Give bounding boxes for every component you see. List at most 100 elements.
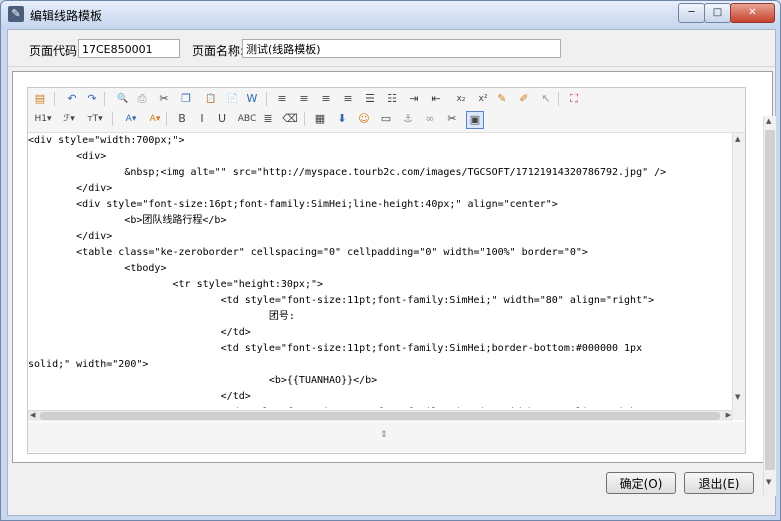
page-code-field[interactable]: 17CE850001 [78,39,180,58]
toolbar-separator [558,92,559,106]
undo-icon[interactable]: ↶ [64,91,80,107]
window-title: 编辑线路模板 [30,9,103,23]
copy-icon[interactable]: ❐ [178,91,194,107]
editor-resize-bar[interactable]: ⇕ [28,422,745,452]
outdent-icon[interactable]: ⇤ [428,91,444,107]
code-line: <b>{{TUANHAO}}</b> [28,375,378,386]
code-line: <td style="font-size:11pt;font-family:Si… [28,343,643,354]
code-line: <table class="ke-zeroborder" cellspacing… [28,247,588,258]
toolbar-separator [166,112,167,126]
minimize-button[interactable]: ─ [678,3,705,23]
outer-scroll-up-icon[interactable]: ▲ [766,117,771,125]
preview-icon[interactable]: 🔍 [112,91,134,107]
editor-frame: ▤ ↶ ↷ 🔍 ⎙ ✂ ❐ 📋 📄 W ≡ ≡ ≡ ≡ ☰ ☷ ⇥ ⇤ x₂ x² ✎ ✐ ↖ ⛶ H1▾ ℱ▾ тT▾ A▾ A▾ B… [12,71,776,496]
highlight-color-icon[interactable]: A▾ [144,111,166,127]
code-line: solid;" width="200"> [28,359,149,370]
font-family-icon[interactable]: ℱ▾ [58,111,80,127]
outer-scroll-down-icon[interactable]: ▼ [766,478,771,486]
cut-icon[interactable]: ✂ [156,91,172,107]
divider [8,66,775,67]
paste-word-icon[interactable]: W [244,91,260,107]
paste-plain-icon[interactable]: 📄 [222,91,244,107]
indent-icon[interactable]: ⇥ [406,91,422,107]
scroll-right-icon[interactable]: ▶ [726,411,731,419]
page-break-icon[interactable]: ▭ [378,111,394,127]
source-code-area[interactable]: <div style="width:700px;"> <div> &nbsp;<… [28,133,733,408]
page-name-field[interactable]: 测试(线路模板) [242,39,561,58]
ordered-list-icon[interactable]: ☰ [362,91,378,107]
code-line: </td> [28,327,251,338]
code-line: </div> [28,183,113,194]
toolbar-separator [104,92,105,106]
align-left-icon[interactable]: ≡ [274,91,290,107]
app-icon: ✎ [8,6,24,22]
heading-icon[interactable]: H1▾ [32,111,54,127]
title-bar[interactable]: ✎ 编辑线路模板 ─ □ ✕ [1,1,780,29]
template-icon[interactable]: ▣ [466,111,484,129]
unlink-icon[interactable]: ✂ [444,111,460,127]
rich-text-editor: ▤ ↶ ↷ 🔍 ⎙ ✂ ❐ 📋 📄 W ≡ ≡ ≡ ≡ ☰ ☷ ⇥ ⇤ x₂ x² ✎ ✐ ↖ ⛶ H1▾ ℱ▾ тT▾ A▾ A▾ B… [27,87,746,454]
superscript-icon[interactable]: x² [472,91,494,107]
toolbar-separator [112,112,113,126]
redo-icon[interactable]: ↷ [84,91,100,107]
code-line: <tr style="height:30px;"> [28,279,324,290]
scroll-down-icon[interactable]: ▼ [735,393,740,401]
code-line: <td style="font-size:11pt;font-family:Si… [28,295,655,306]
source-icon[interactable]: ▤ [32,91,48,107]
code-line: &nbsp;<img alt="" src="http://myspace.to… [28,167,667,178]
resize-handle-icon[interactable]: ⇕ [380,430,388,440]
align-right-icon[interactable]: ≡ [318,91,334,107]
editor-vertical-scrollbar[interactable]: ▲ ▼ [732,133,745,420]
quick-format-icon[interactable]: ✐ [516,91,532,107]
unordered-list-icon[interactable]: ☷ [384,91,400,107]
scroll-left-icon[interactable]: ◀ [30,411,35,419]
ok-button[interactable]: 确定(O) [606,472,676,494]
code-line: <div style="font-size:16pt;font-family:S… [28,199,558,210]
toolbar-separator [304,112,305,126]
font-size-icon[interactable]: тT▾ [84,111,106,127]
subscript-icon[interactable]: x₂ [450,91,472,107]
align-center-icon[interactable]: ≡ [296,91,312,107]
fullscreen-icon[interactable]: ⛶ [566,91,582,107]
editor-horizontal-scrollbar[interactable]: ◀ ▶ [28,410,733,421]
toolbar-separator [54,92,55,106]
editor-toolbar: ▤ ↶ ↷ 🔍 ⎙ ✂ ❐ 📋 📄 W ≡ ≡ ≡ ≡ ☰ ☷ ⇥ ⇤ x₂ x² ✎ ✐ ↖ ⛶ H1▾ ℱ▾ тT▾ A▾ A▾ B… [28,88,745,133]
dialog-body: 页面代码: 17CE850001 页面名称: 测试(线路模板) ▤ ↶ ↷ 🔍 ⎙ ✂ ❐ 📋… [7,29,776,516]
image-icon[interactable]: ▦ [312,111,328,127]
page-name-label: 页面名称: [192,44,245,58]
outer-scroll-thumb[interactable] [765,130,775,470]
code-line: <div style="width:700px;"> [28,135,185,146]
strikethrough-icon[interactable]: ABC [236,111,258,127]
code-line: 团号: [28,311,295,322]
link-icon[interactable]: ∞ [422,111,438,127]
font-color-icon[interactable]: A▾ [120,111,142,127]
line-height-icon[interactable]: ≣ [260,111,276,127]
scroll-up-icon[interactable]: ▲ [735,135,740,143]
maximize-button[interactable]: □ [704,3,731,23]
dialog-window: ✎ 编辑线路模板 ─ □ ✕ 页面代码: 17CE850001 页面名称: 测试… [0,0,781,521]
print-icon[interactable]: ⎙ [134,91,150,107]
code-line: <div> [28,151,107,162]
code-line: </div> [28,231,113,242]
anchor-icon[interactable]: ⚓ [400,111,416,127]
close-button[interactable]: ✕ [730,3,775,23]
code-line: </td> [28,391,251,402]
outer-vertical-scrollbar[interactable]: ▲ ▼ [763,116,776,496]
remove-format-icon[interactable]: ⌫ [282,111,298,127]
select-all-icon[interactable]: ↖ [538,91,554,107]
code-line: <b>团队线路行程</b> [28,215,227,226]
underline-icon[interactable]: U [214,111,230,127]
page-code-label: 页面代码: [29,44,82,58]
exit-button[interactable]: 退出(E) [684,472,754,494]
clear-format-icon[interactable]: ✎ [494,91,510,107]
flash-icon[interactable]: ⬇ [334,111,350,127]
bold-icon[interactable]: B [174,111,190,127]
paste-icon[interactable]: 📋 [200,91,222,107]
emoticon-icon[interactable]: ☺ [356,111,372,127]
code-line: <tbody> [28,263,167,274]
toolbar-separator [266,92,267,106]
horizontal-scroll-thumb[interactable] [40,412,720,420]
code-line: <td style="font-size:11pt;font-family:Si… [28,405,654,408]
italic-icon[interactable]: I [194,111,210,127]
align-justify-icon[interactable]: ≡ [340,91,356,107]
